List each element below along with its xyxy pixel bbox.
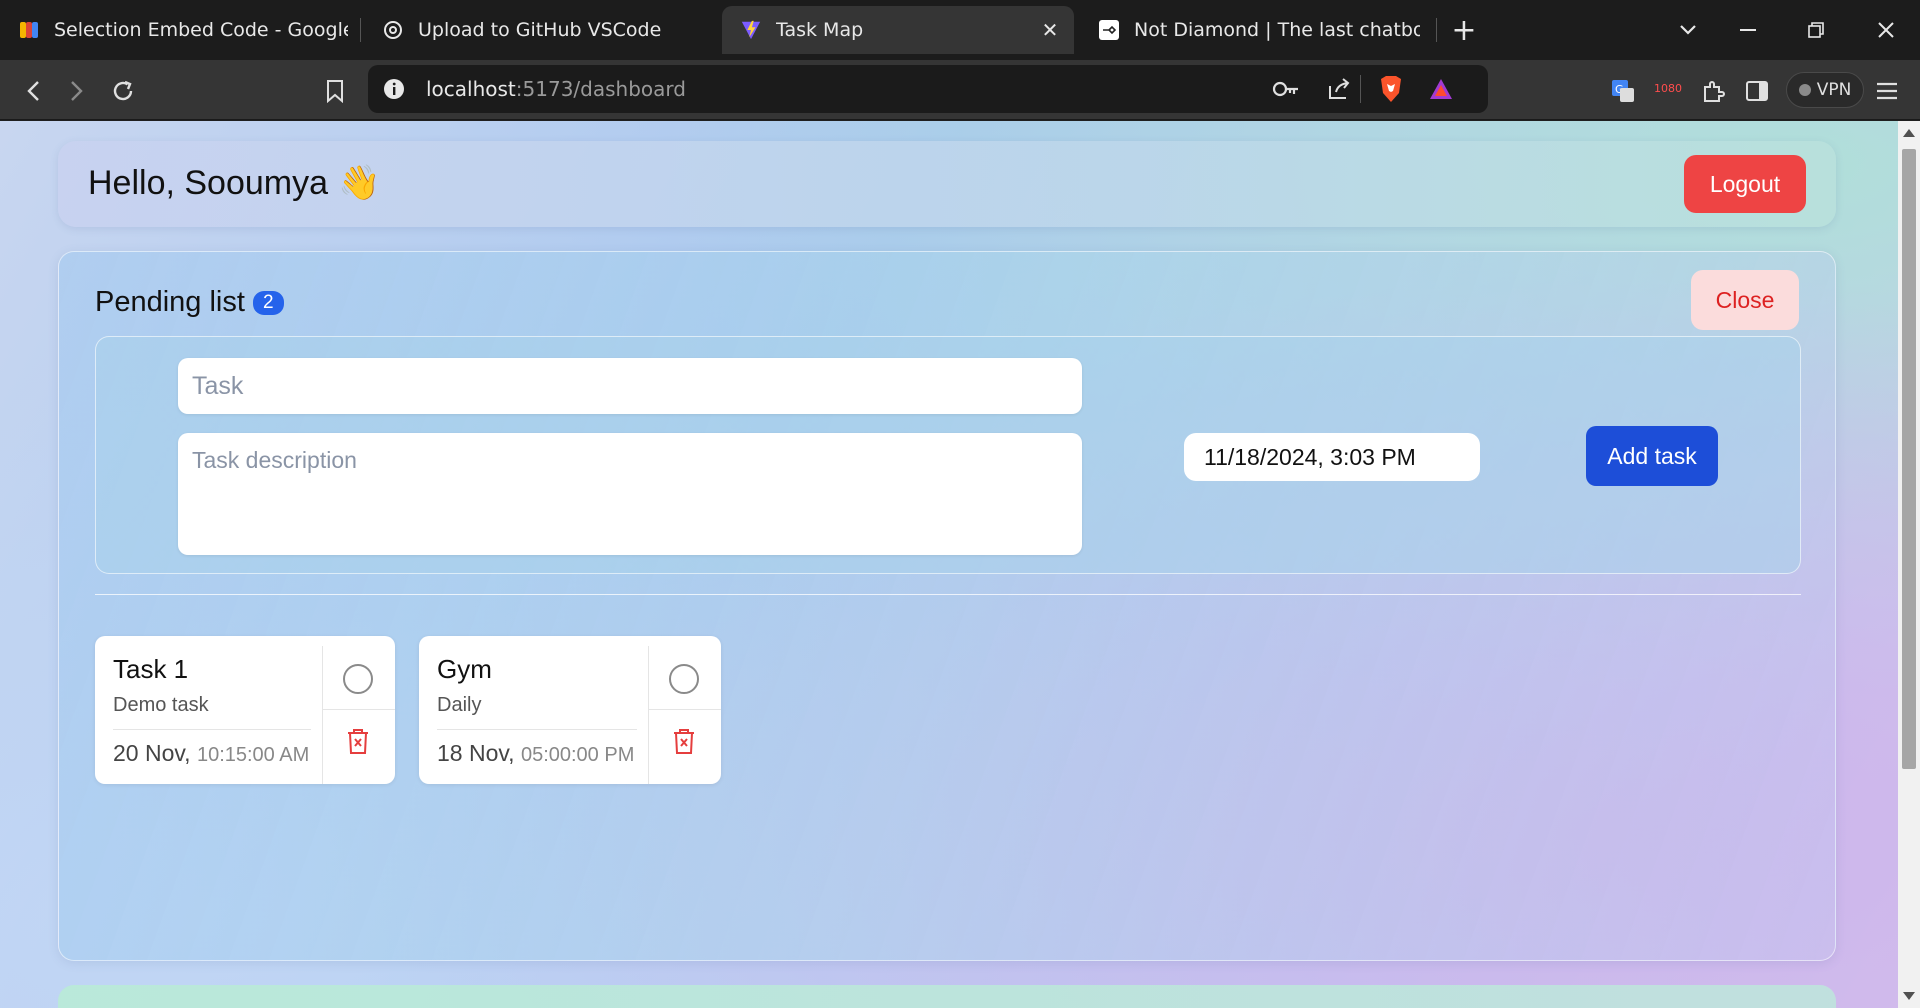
- greeting: Hello, Sooumya 👋: [88, 164, 381, 202]
- address-bar[interactable]: localhost:5173/dashboard: [368, 65, 1488, 113]
- task-description: Daily: [437, 694, 482, 716]
- vite-icon: [740, 19, 762, 41]
- complete-task-checkbox[interactable]: [669, 664, 699, 694]
- tab-not-diamond[interactable]: Not Diamond | The last chatbot you: [1098, 6, 1420, 54]
- close-icon[interactable]: ✕: [1038, 18, 1062, 42]
- scroll-down-arrow-icon[interactable]: [1903, 992, 1915, 1000]
- site-info-icon[interactable]: [382, 77, 406, 105]
- wave-emoji: 👋: [338, 164, 381, 202]
- sidebar-toggle-icon[interactable]: [1740, 74, 1774, 108]
- tab-google-forms[interactable]: Selection Embed Code - Google For: [18, 6, 348, 54]
- omnibox-divider: [1360, 75, 1361, 103]
- back-icon[interactable]: [16, 74, 50, 108]
- google-forms-icon: [18, 19, 40, 41]
- task-description: Demo task: [113, 694, 209, 716]
- page-scrollbar[interactable]: [1898, 121, 1920, 1008]
- tab-label: Selection Embed Code - Google For: [54, 19, 348, 41]
- bookmark-icon[interactable]: [318, 74, 352, 108]
- url-text: localhost:5173/dashboard: [426, 77, 686, 101]
- vpn-button[interactable]: VPN: [1786, 72, 1864, 108]
- next-section-card: [58, 985, 1836, 1008]
- extension-badge[interactable]: 1080: [1654, 82, 1682, 95]
- pending-count-badge: 2: [252, 290, 284, 315]
- reload-icon[interactable]: [106, 74, 140, 108]
- tab-label: Not Diamond | The last chatbot you: [1134, 19, 1420, 41]
- task-input[interactable]: [178, 358, 1082, 414]
- close-window-icon[interactable]: [1866, 10, 1906, 50]
- tab-task-map[interactable]: Task Map ✕: [722, 6, 1074, 54]
- share-icon[interactable]: [1326, 76, 1352, 106]
- menu-hamburger-icon[interactable]: [1870, 74, 1904, 108]
- complete-task-checkbox[interactable]: [343, 664, 373, 694]
- task-card-divider: [437, 729, 637, 730]
- scroll-thumb[interactable]: [1902, 149, 1916, 769]
- tab-label: Upload to GitHub VSCode: [418, 19, 662, 41]
- header-card: Hello, Sooumya 👋 Logout: [58, 141, 1836, 227]
- forward-icon[interactable]: [60, 74, 94, 108]
- extensions-puzzle-icon[interactable]: [1696, 74, 1730, 108]
- vpn-status-icon: [1798, 84, 1811, 96]
- task-card-hdivider: [648, 709, 721, 710]
- add-task-form: 11/18/2024, 3:03 PM Add task: [95, 336, 1801, 574]
- brave-shield-icon[interactable]: [1378, 75, 1404, 107]
- tab-separator: [1436, 18, 1437, 42]
- scroll-up-arrow-icon[interactable]: [1903, 129, 1915, 137]
- add-task-button[interactable]: Add task: [1586, 426, 1718, 486]
- minimize-icon[interactable]: [1728, 10, 1768, 50]
- datetime-input[interactable]: 11/18/2024, 3:03 PM: [1184, 433, 1480, 481]
- tab-github-vscode[interactable]: Upload to GitHub VSCode: [382, 6, 702, 54]
- page-viewport: Hello, Sooumya 👋 Logout Pending list 2 Cl…: [0, 121, 1898, 1008]
- browser-tab-bar: Selection Embed Code - Google For Upload…: [0, 0, 1920, 60]
- task-card-divider: [113, 729, 311, 730]
- notdiamond-icon: [1098, 19, 1120, 41]
- chatgpt-icon: [382, 19, 404, 41]
- tab-label: Task Map: [776, 19, 864, 41]
- task-card-vdivider: [648, 646, 649, 784]
- vpn-label: VPN: [1816, 80, 1852, 100]
- translate-icon[interactable]: G: [1606, 74, 1640, 108]
- task-description-input[interactable]: [178, 433, 1082, 555]
- close-button[interactable]: Close: [1691, 270, 1799, 330]
- task-title: Task 1: [113, 654, 189, 684]
- task-due-date: 18 Nov, 05:00:00 PM: [437, 740, 635, 766]
- new-tab-icon[interactable]: +: [1444, 10, 1484, 50]
- brave-rewards-icon[interactable]: [1428, 77, 1454, 105]
- restore-icon[interactable]: [1796, 10, 1836, 50]
- task-due-time: 10:15:00 AM: [196, 744, 310, 766]
- pending-list-card: Pending list 2 Close 11/18/2024, 3:03 PM…: [58, 251, 1836, 961]
- section-divider: [95, 594, 1801, 595]
- task-card: Gym Daily 18 Nov, 05:00:00 PM: [419, 636, 721, 784]
- pending-list-title: Pending list 2: [95, 286, 284, 319]
- logout-button[interactable]: Logout: [1684, 155, 1806, 213]
- delete-task-trash-icon[interactable]: [670, 726, 698, 756]
- task-due-time: 05:00:00 PM: [520, 744, 635, 766]
- task-title: Gym: [437, 654, 492, 684]
- delete-task-trash-icon[interactable]: [344, 726, 372, 756]
- password-key-icon[interactable]: [1272, 77, 1300, 105]
- task-due-date: 20 Nov, 10:15:00 AM: [113, 740, 310, 766]
- tab-search-chevron-icon[interactable]: [1668, 10, 1708, 50]
- task-card: Task 1 Demo task 20 Nov, 10:15:00 AM: [95, 636, 395, 784]
- task-card-vdivider: [322, 646, 323, 784]
- task-card-hdivider: [322, 709, 395, 710]
- tab-separator: [360, 18, 361, 42]
